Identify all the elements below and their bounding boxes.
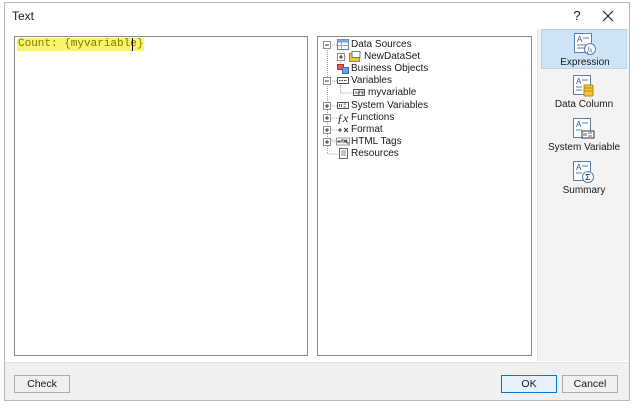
variable-123-icon xyxy=(353,89,365,96)
text-caret xyxy=(132,38,133,51)
tree-item-format[interactable]: Format xyxy=(351,124,383,136)
tree-item-variables[interactable]: Variables xyxy=(351,75,392,87)
tree-item-system-variables[interactable]: System Variables xyxy=(351,100,428,112)
expand-icon[interactable] xyxy=(323,114,331,122)
tree-item-myvariable[interactable]: myvariable xyxy=(368,87,416,99)
dialog-footer: Check OK Cancel xyxy=(5,362,629,400)
svg-text:fx: fx xyxy=(587,46,593,54)
expression-text: Count: {myvariable} xyxy=(17,38,145,51)
dictionary-tree[interactable]: Data Sources NewDataSet Business Objects… xyxy=(317,36,532,356)
svg-text:A: A xyxy=(576,77,582,86)
svg-text:A: A xyxy=(576,120,582,129)
system-variable-icon: A xyxy=(573,118,595,139)
close-button[interactable] xyxy=(599,7,617,25)
tree-item-html-tags[interactable]: HTML Tags xyxy=(351,136,402,148)
collapse-icon[interactable] xyxy=(323,41,331,49)
tree-item-functions[interactable]: Functions xyxy=(351,112,394,124)
dataset-icon xyxy=(349,51,361,62)
summary-label: Summary xyxy=(562,185,606,196)
format-icon xyxy=(338,127,349,133)
collapse-icon[interactable] xyxy=(323,77,331,85)
svg-text:A: A xyxy=(576,163,582,172)
system-variable-label: System Variable xyxy=(547,142,621,153)
expression-tab[interactable]: A fx Expression xyxy=(541,29,627,69)
tree-item-data-sources[interactable]: Data Sources xyxy=(351,39,412,51)
expand-icon[interactable] xyxy=(323,126,331,134)
data-column-icon: A xyxy=(573,75,594,97)
dialog-title: Text xyxy=(12,9,35,23)
fx-icon: ƒx xyxy=(337,111,349,125)
ok-button[interactable]: OK xyxy=(501,375,557,393)
expression-editor[interactable]: Count: {myvariable} xyxy=(14,36,308,356)
system-variables-icon xyxy=(337,102,349,109)
expression-label: Expression xyxy=(560,57,610,68)
data-column-tab[interactable]: A Data Column xyxy=(541,72,627,112)
expand-icon[interactable] xyxy=(337,53,345,61)
tree-item-newdataset[interactable]: NewDataSet xyxy=(364,51,420,63)
tree-item-resources[interactable]: Resources xyxy=(351,148,399,160)
expand-icon[interactable] xyxy=(323,102,331,110)
svg-text:A: A xyxy=(577,35,583,44)
expand-icon[interactable] xyxy=(323,138,331,146)
cancel-button[interactable]: Cancel xyxy=(562,375,618,393)
help-button[interactable]: ? xyxy=(568,7,586,25)
close-icon xyxy=(602,10,614,22)
check-button[interactable]: Check xyxy=(14,375,70,393)
summary-icon: A xyxy=(573,161,594,183)
business-objects-icon xyxy=(337,64,349,74)
title-bar: Text ? xyxy=(5,3,629,29)
insert-mode-panel: A fx Expression A Data Column A System V… xyxy=(537,29,629,361)
summary-tab[interactable]: A Summary xyxy=(541,158,627,198)
tree-item-business-objects[interactable]: Business Objects xyxy=(351,63,428,75)
resources-icon xyxy=(339,148,348,159)
system-variable-tab[interactable]: A System Variable xyxy=(541,115,627,155)
expression-icon: A fx xyxy=(574,33,596,55)
data-sources-icon xyxy=(337,39,349,50)
text-dialog: Text ? Count: {myvariable} Data Sources … xyxy=(4,2,630,401)
html-icon xyxy=(336,137,350,146)
variables-icon xyxy=(337,77,349,84)
data-column-label: Data Column xyxy=(554,99,614,110)
